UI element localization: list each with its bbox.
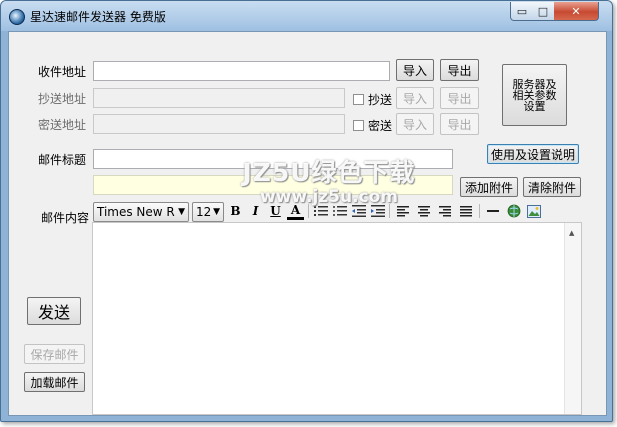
cc-checkbox[interactable] [353, 94, 364, 105]
title-bar[interactable]: 星达速邮件发送器 免费版 ▭ □ ✕ [1, 1, 612, 31]
font-family-value: Times New R [97, 205, 175, 219]
italic-button[interactable]: I [247, 202, 264, 220]
editor-scrollbar[interactable]: ▲ [564, 223, 581, 414]
bcc-label: 密送地址 [38, 118, 87, 132]
align-center-icon[interactable] [415, 202, 432, 220]
maximize-icon: □ [537, 4, 549, 18]
server-settings-button[interactable]: 服务器及 相关参数 设置 [502, 64, 567, 126]
server-settings-line-3: 设置 [523, 99, 546, 113]
horizontal-rule-icon[interactable] [484, 202, 501, 220]
unordered-list-icon[interactable] [331, 202, 348, 220]
cc-export-button[interactable]: 导出 [440, 87, 479, 109]
chevron-down-icon: ▼ [178, 207, 185, 217]
bold-button[interactable]: B [227, 202, 244, 220]
close-button[interactable]: ✕ [554, 2, 599, 21]
bcc-export-button[interactable]: 导出 [440, 113, 479, 135]
save-mail-button[interactable]: 保存邮件 [24, 344, 85, 364]
subject-label: 邮件标题 [38, 153, 87, 167]
content-editor[interactable]: ▲ [92, 222, 582, 415]
font-family-select[interactable]: Times New R ▼ [93, 202, 189, 222]
ordered-list-icon[interactable] [312, 202, 329, 220]
font-size-select[interactable]: 12 ▼ [192, 202, 224, 222]
app-icon [9, 9, 25, 25]
cc-label: 抄送地址 [38, 92, 87, 106]
font-color-button[interactable]: A [287, 202, 304, 220]
maximize-button[interactable]: □ [532, 2, 555, 21]
to-input[interactable] [93, 61, 390, 81]
cc-checkbox-label: 抄送 [368, 93, 393, 107]
toolbar-separator [389, 204, 390, 218]
load-mail-button[interactable]: 加载邮件 [24, 372, 85, 392]
server-settings-line-2: 相关参数 [512, 88, 557, 102]
attachment-list [93, 175, 453, 195]
client-area: 收件地址 导入 导出 抄送地址 抄送 导入 导出 密送地址 密送 导入 导出 服… [8, 31, 607, 416]
bcc-checkbox-label: 密送 [368, 119, 393, 133]
align-right-icon[interactable] [436, 202, 453, 220]
close-icon: ✕ [571, 4, 581, 18]
outdent-icon[interactable] [350, 202, 367, 220]
insert-link-icon[interactable] [505, 202, 522, 220]
add-attachment-button[interactable]: 添加附件 [460, 177, 518, 197]
insert-image-icon[interactable] [525, 202, 542, 220]
indent-icon[interactable] [369, 202, 386, 220]
font-size-value: 12 [196, 205, 212, 219]
toolbar-separator [308, 204, 309, 218]
to-import-button[interactable]: 导入 [396, 59, 434, 81]
chevron-down-icon: ▼ [213, 207, 220, 217]
bcc-import-button[interactable]: 导入 [396, 113, 434, 135]
main-window: 星达速邮件发送器 免费版 ▭ □ ✕ 收件地址 导入 导出 抄送地址 抄送 导入… [0, 0, 613, 422]
cc-input[interactable] [93, 88, 345, 108]
server-settings-line-1: 服务器及 [512, 77, 557, 91]
to-export-button[interactable]: 导出 [440, 59, 479, 81]
scroll-up-icon[interactable]: ▲ [569, 229, 574, 237]
cc-import-button[interactable]: 导入 [396, 87, 434, 109]
window-title: 星达速邮件发送器 免费版 [30, 10, 166, 24]
justify-icon[interactable] [457, 202, 474, 220]
toolbar-separator [479, 204, 480, 218]
align-left-icon[interactable] [394, 202, 411, 220]
underline-button[interactable]: U [267, 202, 284, 220]
minimize-icon: ▭ [516, 4, 528, 18]
send-button[interactable]: 发送 [27, 297, 81, 325]
help-button[interactable]: 使用及设置说明 [487, 144, 579, 164]
clear-attachment-button[interactable]: 清除附件 [523, 177, 581, 197]
content-label: 邮件内容 [41, 211, 90, 225]
minimize-button[interactable]: ▭ [510, 2, 534, 21]
to-label: 收件地址 [38, 65, 87, 79]
subject-input[interactable] [93, 149, 453, 169]
bcc-input[interactable] [93, 114, 345, 134]
bcc-checkbox[interactable] [353, 120, 364, 131]
